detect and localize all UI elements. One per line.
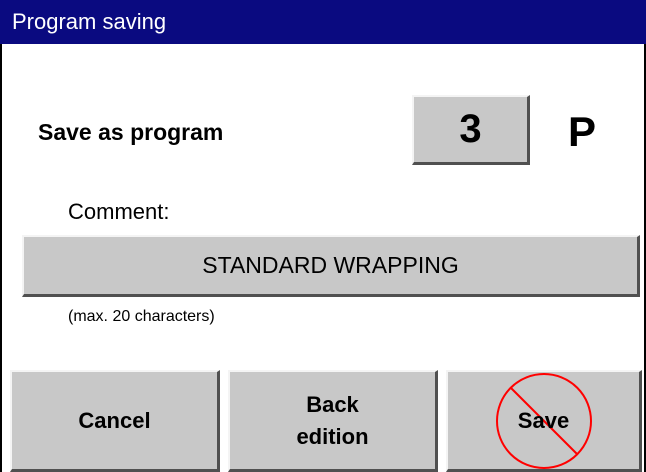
cancel-button[interactable]: Cancel [10, 370, 220, 472]
cancel-button-label: Cancel [78, 407, 151, 433]
back-edition-button[interactable]: Back edition [228, 370, 438, 472]
comment-input[interactable]: STANDARD WRAPPING [22, 235, 640, 297]
back-edition-line2: edition [296, 423, 369, 449]
save-as-program-label: Save as program [38, 119, 224, 145]
window-title: Program saving [0, 0, 646, 44]
frame-left-border [0, 44, 2, 472]
save-button-label: Save [517, 407, 570, 433]
program-number-field[interactable]: 3 [412, 95, 530, 165]
comment-hint: (max. 20 characters) [68, 308, 215, 325]
program-unit-label: P [568, 108, 597, 155]
back-edition-line1: Back [306, 391, 359, 417]
comment-label: Comment: [68, 199, 170, 224]
save-button[interactable]: Save [446, 370, 642, 472]
